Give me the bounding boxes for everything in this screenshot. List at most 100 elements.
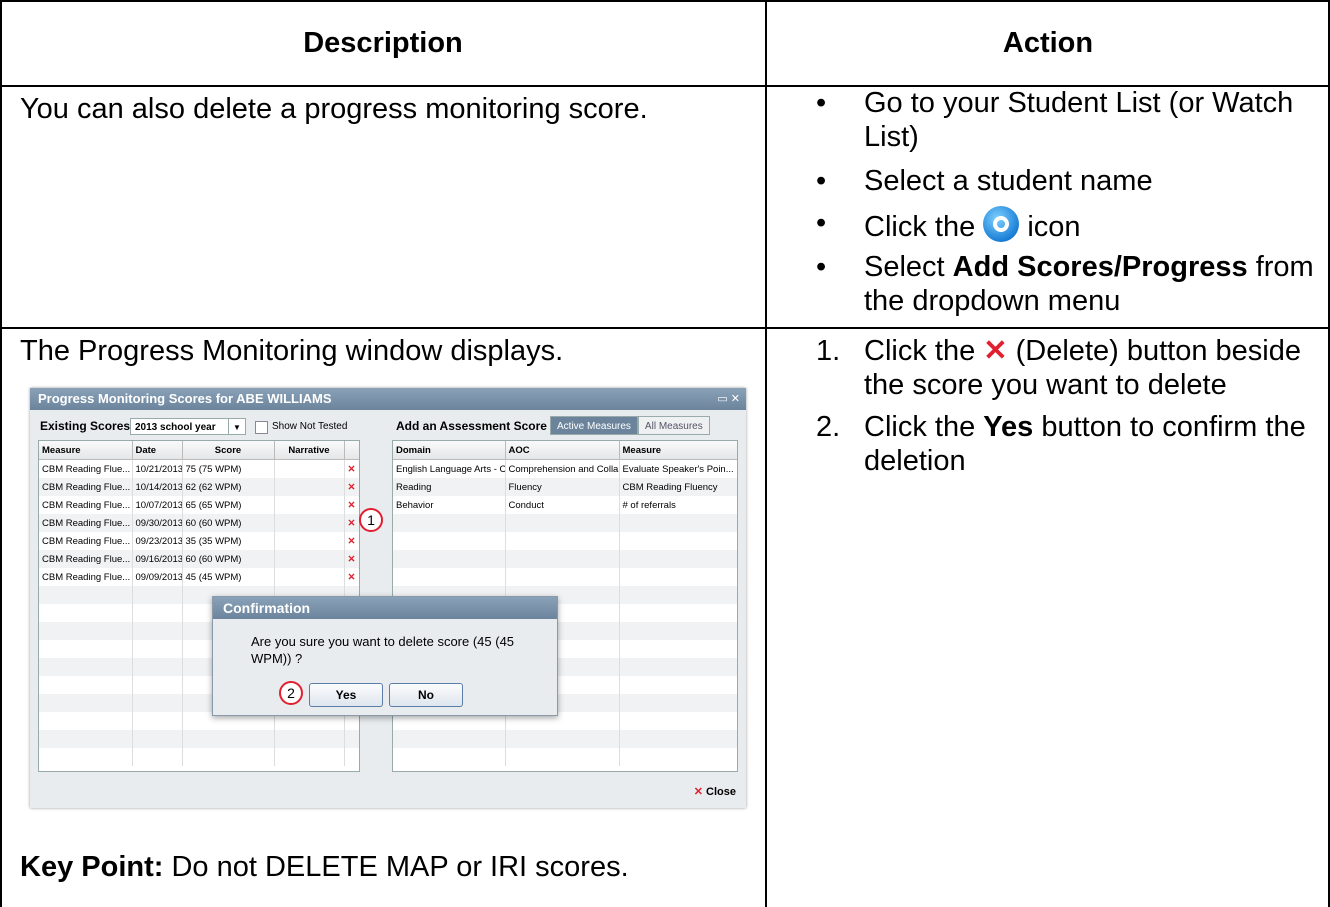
cell-score: 35 (35 WPM) <box>182 532 275 550</box>
table-row[interactable]: CBM Reading Flue... 09/30/2013 60 (60 WPM)… <box>39 514 359 532</box>
cell-date: 10/21/2013 <box>132 459 183 478</box>
bullet-select-student: Select a student name <box>804 164 1324 198</box>
step-text: Click the <box>864 411 976 443</box>
step-click-yes: 2. Click the Yes button to confirm the d… <box>804 410 1324 478</box>
cell-narrative <box>274 496 345 514</box>
cell-narrative <box>274 478 345 496</box>
show-not-tested-checkbox[interactable] <box>255 421 268 434</box>
delete-icon[interactable]: ✕ <box>344 532 359 550</box>
tab-all-measures[interactable]: All Measures <box>637 416 710 435</box>
cell-measure: CBM Reading Flue... <box>39 496 133 514</box>
col-score[interactable]: Score <box>182 441 275 460</box>
header-description: Description <box>303 26 463 59</box>
year-select-value: 2013 school year <box>135 422 216 433</box>
step-bold-text: Yes <box>983 411 1034 443</box>
yes-button[interactable]: Yes <box>309 683 383 707</box>
gear-icon <box>983 206 1020 242</box>
chevron-down-icon[interactable]: ▼ <box>228 419 245 434</box>
delete-icon[interactable]: ✕ <box>344 496 359 514</box>
table-row[interactable]: CBM Reading Flue... 09/23/2013 35 (35 WPM)… <box>39 532 359 550</box>
key-point-text: Do not DELETE MAP or IRI scores. <box>171 851 629 883</box>
col-measure[interactable]: Measure <box>619 441 737 460</box>
cell-narrative <box>274 550 345 568</box>
col-narrative[interactable]: Narrative <box>274 441 345 460</box>
cell-narrative <box>274 532 345 550</box>
cell-measure: CBM Reading Fluency <box>619 478 737 496</box>
cell-domain: English Language Arts - C <box>393 459 506 478</box>
table-row[interactable]: CBM Reading Flue... 10/21/2013 75 (75 WPM)… <box>39 459 359 478</box>
cell-narrative <box>274 459 345 478</box>
table-border-left <box>0 0 2 907</box>
table-row[interactable]: CBM Reading Flue... 10/14/2013 62 (62 WPM)… <box>39 478 359 496</box>
cell-domain: Reading <box>393 478 506 496</box>
dialog-title: Confirmation <box>213 597 557 619</box>
confirmation-dialog: Confirmation Are you sure you want to de… <box>212 596 558 716</box>
cell-measure: # of referrals <box>619 496 737 514</box>
callout-badge-2: 2 <box>279 681 303 705</box>
column-divider <box>765 0 767 907</box>
cell-date: 10/14/2013 <box>132 478 183 496</box>
row1-description: You can also delete a progress monitorin… <box>20 93 648 125</box>
bullet-student-list: Go to your Student List (or Watch List) <box>804 86 1324 154</box>
step-text: Click the <box>864 335 976 367</box>
row-divider <box>0 327 1330 329</box>
window-controls-icon[interactable]: ▭ ✕ <box>717 392 740 405</box>
table-row[interactable]: CBM Reading Flue... 09/09/2013 45 (45 WPM)… <box>39 568 359 586</box>
cell-score: 60 (60 WPM) <box>182 550 275 568</box>
cell-date: 09/30/2013 <box>132 514 183 532</box>
bullet-add-scores: Select Add Scores/Progress from the drop… <box>804 250 1324 318</box>
window-title: Progress Monitoring Scores for ABE WILLI… <box>30 388 746 410</box>
col-aoc[interactable]: AOC <box>505 441 620 460</box>
callout-badge-1: 1 <box>359 508 383 532</box>
cell-date: 10/07/2013 <box>132 496 183 514</box>
year-select[interactable]: 2013 school year ▼ <box>130 418 246 435</box>
cell-aoc: Conduct <box>505 496 620 514</box>
bullet-text: Click the <box>864 211 976 243</box>
cell-date: 09/16/2013 <box>132 550 183 568</box>
cell-score: 45 (45 WPM) <box>182 568 275 586</box>
delete-icon[interactable]: ✕ <box>344 459 359 478</box>
delete-icon[interactable]: ✕ <box>344 514 359 532</box>
no-button[interactable]: No <box>389 683 463 707</box>
col-measure[interactable]: Measure <box>39 441 133 460</box>
delete-icon[interactable]: ✕ <box>344 550 359 568</box>
close-label: Close <box>706 786 736 798</box>
close-icon: ✕ <box>693 786 703 798</box>
show-not-tested-label: Show Not Tested <box>272 421 348 432</box>
cell-measure: CBM Reading Flue... <box>39 459 133 478</box>
table-row[interactable]: Reading Fluency CBM Reading Fluency <box>393 478 737 496</box>
col-date[interactable]: Date <box>132 441 183 460</box>
existing-scores-label: Existing Scores <box>40 419 131 433</box>
table-row[interactable]: CBM Reading Flue... 10/07/2013 65 (65 WPM)… <box>39 496 359 514</box>
cell-measure: CBM Reading Flue... <box>39 514 133 532</box>
delete-icon[interactable]: ✕ <box>344 478 359 496</box>
bullet-text: Go to your Student List (or Watch List) <box>864 87 1294 153</box>
table-row[interactable]: English Language Arts - C Comprehension a… <box>393 459 737 478</box>
bullet-text: Select a student name <box>864 165 1153 197</box>
row1-action-list: Go to your Student List (or Watch List) … <box>804 86 1324 318</box>
bullet-bold-text: Add Scores/Progress <box>952 251 1248 283</box>
col-domain[interactable]: Domain <box>393 441 506 460</box>
cell-narrative <box>274 568 345 586</box>
cell-score: 60 (60 WPM) <box>182 514 275 532</box>
progress-monitoring-window: Progress Monitoring Scores for ABE WILLI… <box>30 388 746 808</box>
cell-measure: CBM Reading Flue... <box>39 478 133 496</box>
table-row[interactable]: Behavior Conduct # of referrals <box>393 496 737 514</box>
header-action: Action <box>1002 26 1094 59</box>
delete-icon[interactable]: ✕ <box>344 568 359 586</box>
cell-measure: CBM Reading Flue... <box>39 568 133 586</box>
bullet-text: icon <box>1027 211 1081 243</box>
tab-active-measures[interactable]: Active Measures <box>550 416 638 435</box>
bullet-click-gear: Click the icon <box>804 206 1324 244</box>
key-point: Key Point: Do not DELETE MAP or IRI scor… <box>20 850 750 884</box>
cell-score: 75 (75 WPM) <box>182 459 275 478</box>
cell-aoc: Comprehension and Colla <box>505 459 620 478</box>
add-score-label: Add an Assessment Score <box>396 419 547 433</box>
close-button[interactable]: ✕ Close <box>694 785 736 798</box>
cell-measure: Evaluate Speaker's Poin... <box>619 459 737 478</box>
measure-tabs: Active Measures All Measures <box>550 416 710 435</box>
table-row[interactable]: CBM Reading Flue... 09/16/2013 60 (60 WPM)… <box>39 550 359 568</box>
cell-date: 09/09/2013 <box>132 568 183 586</box>
step-number: 2. <box>816 411 841 443</box>
step-number: 1. <box>816 335 841 367</box>
